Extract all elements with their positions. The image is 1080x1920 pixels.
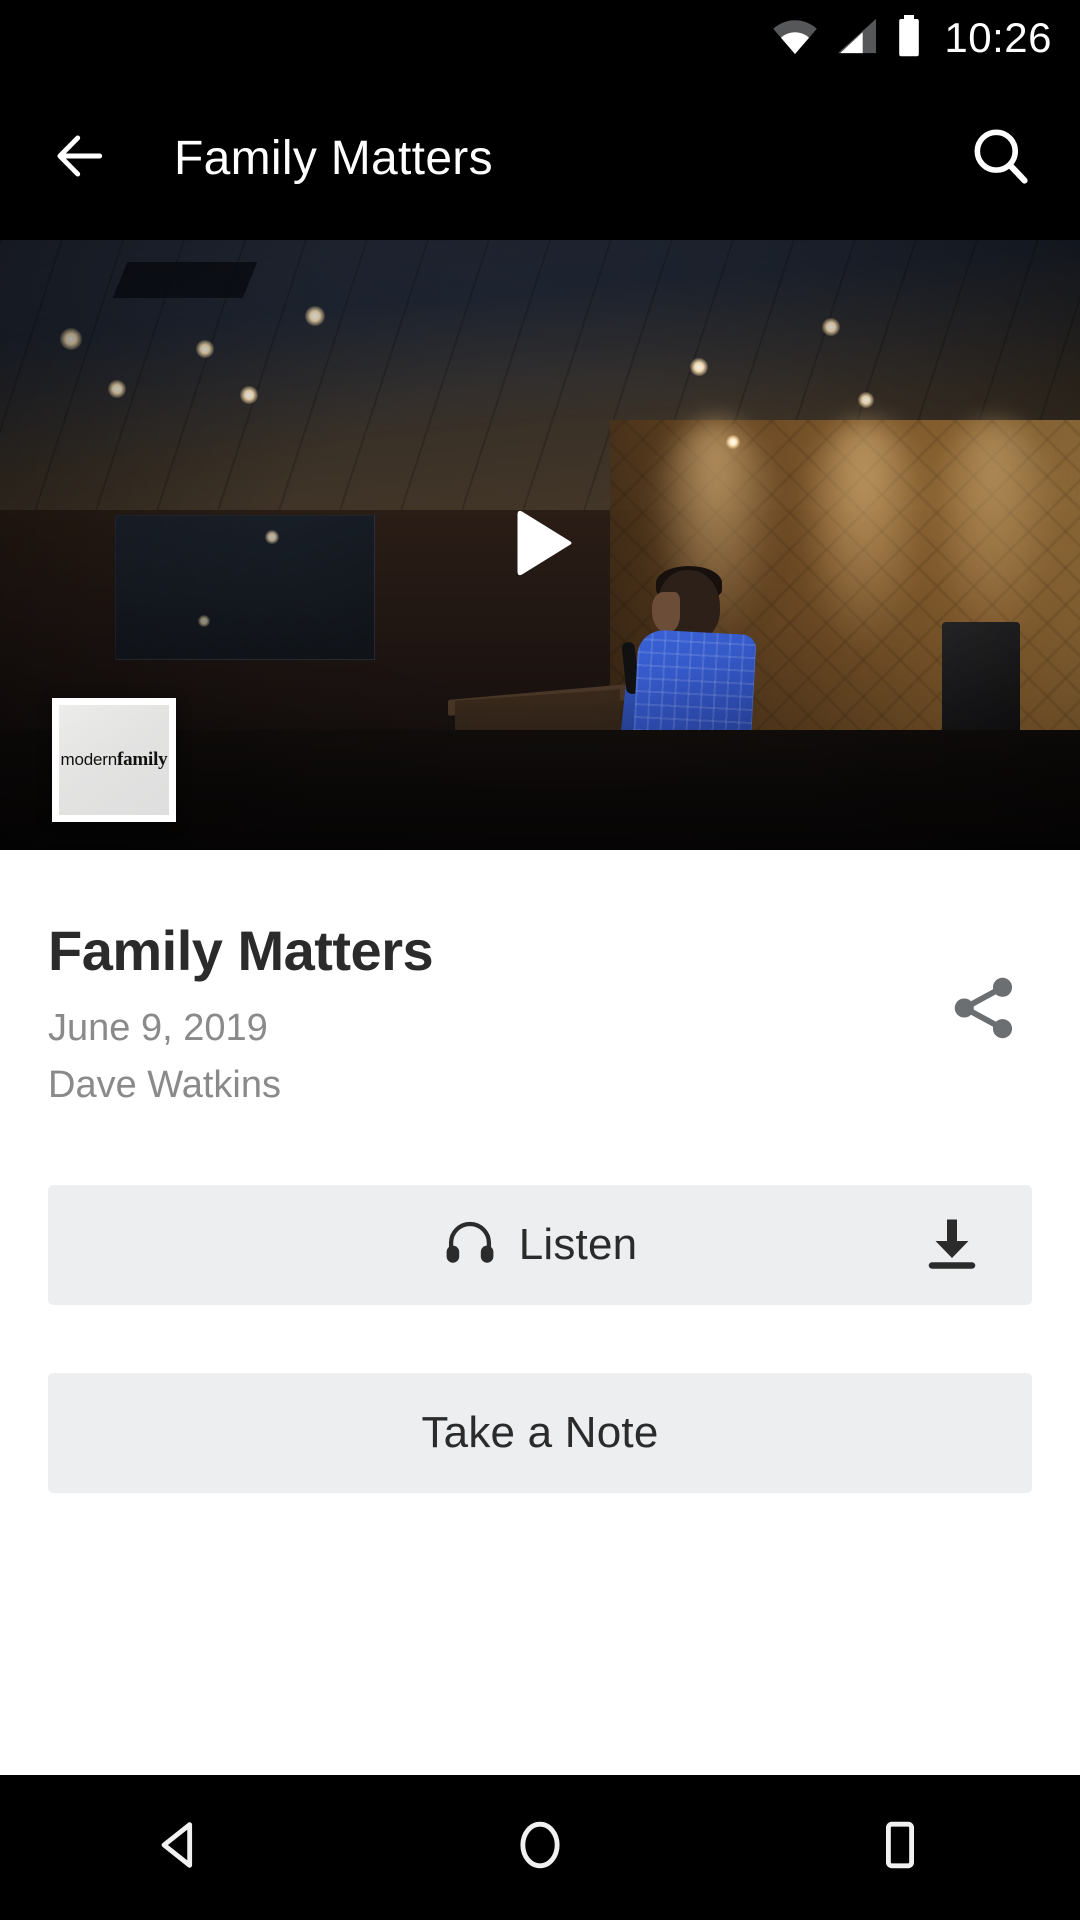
sermon-speaker: Dave Watkins (48, 1063, 281, 1106)
app-screen: 10:26 Family Matters modernfamily Family… (0, 0, 1080, 1920)
app-bar-title: Family Matters (174, 131, 493, 185)
nav-home-button[interactable] (465, 1798, 615, 1898)
sermon-details-section: Family Matters June 9, 2019 Dave Watkins (0, 850, 1080, 1775)
sermon-date: June 9, 2019 (48, 1006, 268, 1049)
page-title: Family Matters (48, 919, 434, 982)
sermon-meta-block: Family Matters June 9, 2019 Dave Watkins (48, 850, 1032, 1107)
battery-icon (896, 14, 922, 62)
android-navigation-bar (0, 1775, 1080, 1920)
headphones-icon (443, 1215, 497, 1274)
series-artwork-thumbnail[interactable]: modernfamily (52, 698, 176, 822)
search-icon (968, 124, 1032, 193)
listen-button-content: Listen (443, 1215, 638, 1274)
status-bar-clock: 10:26 (944, 14, 1052, 61)
take-a-note-button[interactable]: Take a Note (48, 1372, 1032, 1493)
status-bar: 10:26 (0, 0, 1080, 76)
app-bar: Family Matters (0, 76, 1080, 240)
nav-back-icon (151, 1816, 209, 1879)
wifi-icon (772, 17, 818, 60)
back-button[interactable] (44, 123, 114, 193)
cellular-signal-icon (834, 17, 880, 60)
search-button[interactable] (964, 122, 1036, 194)
series-artwork-label: modernfamily (61, 749, 168, 771)
listen-button[interactable]: Listen (48, 1184, 1032, 1305)
take-a-note-button-label: Take a Note (421, 1407, 659, 1457)
share-button[interactable] (942, 968, 1026, 1052)
video-player-preview[interactable]: modernfamily (0, 240, 1080, 850)
listen-button-label: Listen (518, 1219, 638, 1269)
arrow-back-icon (48, 125, 110, 192)
series-artwork-word-family: family (116, 749, 168, 770)
download-button[interactable] (920, 1213, 984, 1277)
play-icon (486, 489, 594, 602)
nav-home-icon (511, 1816, 569, 1879)
nav-recents-button[interactable] (825, 1798, 975, 1898)
status-bar-icons (772, 14, 922, 62)
series-artwork-word-modern: modern (60, 750, 118, 769)
nav-recents-icon (871, 1816, 929, 1879)
download-icon (922, 1212, 982, 1277)
share-icon (947, 971, 1021, 1050)
nav-back-button[interactable] (105, 1798, 255, 1898)
play-button[interactable] (480, 485, 600, 605)
series-artwork-inner: modernfamily (59, 705, 169, 815)
